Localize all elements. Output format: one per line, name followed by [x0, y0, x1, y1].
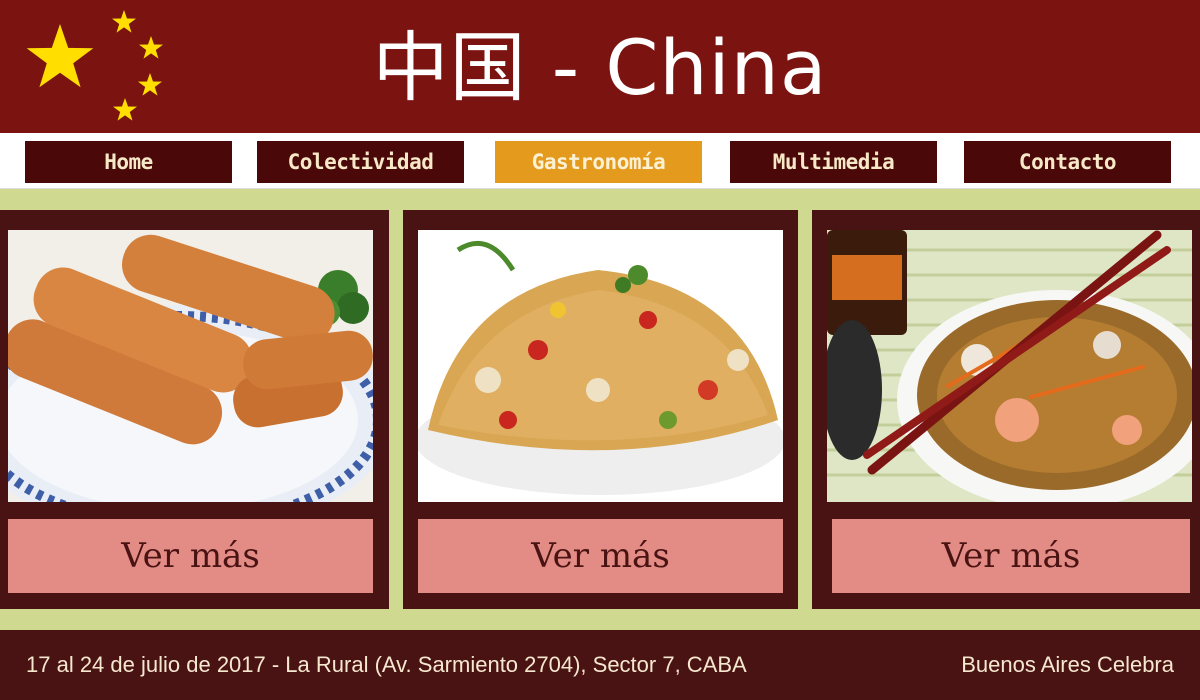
- ver-mas-button[interactable]: Ver más: [418, 519, 783, 593]
- noodles-chopsticks-photo[interactable]: [827, 230, 1192, 502]
- event-address: 17 al 24 de julio de 2017 - La Rural (Av…: [26, 652, 747, 677]
- nav-item-colectividad[interactable]: Colectividad: [257, 141, 464, 183]
- dish-card: Ver más: [0, 210, 389, 609]
- dish-card: Ver más: [403, 210, 798, 609]
- dish-card: Ver más: [812, 210, 1200, 609]
- ver-mas-button[interactable]: Ver más: [832, 519, 1190, 593]
- fried-rice-photo[interactable]: [418, 230, 783, 502]
- gastronomy-section: Ver más Ver más Ver más: [0, 189, 1200, 630]
- site-footer: 17 al 24 de julio de 2017 - La Rural (Av…: [0, 630, 1200, 700]
- ver-mas-button[interactable]: Ver más: [8, 519, 373, 593]
- site-title: 中国 - China: [372, 23, 828, 112]
- spring-rolls-photo[interactable]: [8, 230, 373, 502]
- main-nav: Home Colectividad Gastronomía Multimedia…: [0, 133, 1200, 189]
- nav-item-contacto[interactable]: Contacto: [964, 141, 1171, 183]
- nav-item-multimedia[interactable]: Multimedia: [730, 141, 937, 183]
- footer-tagline: Buenos Aires Celebra: [961, 652, 1174, 677]
- site-header: 中国 - China: [0, 0, 1200, 133]
- nav-item-gastronomia[interactable]: Gastronomía: [495, 141, 702, 183]
- nav-item-home[interactable]: Home: [25, 141, 232, 183]
